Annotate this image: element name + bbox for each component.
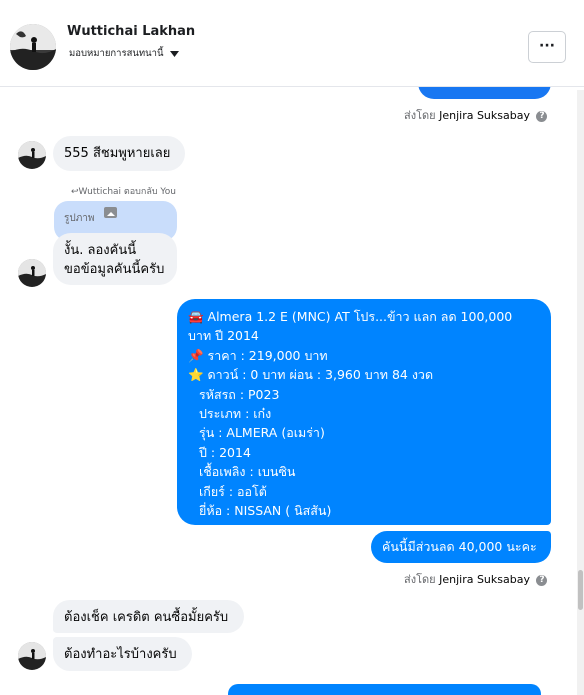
photo-icon bbox=[104, 207, 117, 218]
listing-fuel: เชื้อเพลิง : เบนซิน bbox=[199, 464, 296, 480]
scrollbar[interactable] bbox=[577, 90, 584, 695]
reply-note: ↩Wuttichai ตอบกลับ You bbox=[71, 184, 176, 198]
reply-note-text: Wuttichai ตอบกลับ You bbox=[78, 187, 176, 197]
more-icon: ··· bbox=[539, 38, 555, 54]
conversation-panel: Wuttichai Lakhan มอบหมายการสนทนานี้ ··· … bbox=[0, 0, 584, 695]
listing-down-payment: ⭐ ดาวน์ : 0 บาท ผ่อน : 3,960 บาท 84 งวด bbox=[188, 367, 434, 383]
discount-message[interactable]: คันนี้มีส่วนลด 40,000 นะคะ bbox=[371, 531, 551, 563]
assign-conversation-dropdown[interactable]: มอบหมายการสนทนานี้ bbox=[69, 46, 179, 61]
listing-brand: ยี่ห้อ : NISSAN ( นิสสัน) bbox=[199, 503, 332, 519]
info-icon[interactable]: ? bbox=[536, 574, 548, 586]
listing-year: ปี : 2014 bbox=[199, 444, 251, 460]
sent-by-line: ส่งโดย Jenjira Suksabay ? bbox=[404, 106, 548, 124]
sent-by-label: ส่งโดย bbox=[404, 109, 436, 122]
reply-quote-text: รูปภาพ bbox=[64, 213, 95, 224]
scrollbar-thumb[interactable] bbox=[578, 570, 583, 610]
incoming-message[interactable]: ต้องทำอะไรบ้างครับ bbox=[53, 637, 192, 671]
listing-gear: เกียร์ : ออโต้ bbox=[199, 483, 267, 499]
incoming-message[interactable]: งั้น. ลองคันนี้ ขอข้อมูลคันนี้ครับ bbox=[53, 233, 177, 285]
listing-model: รุ่น : ALMERA (อเมร่า) bbox=[199, 425, 325, 441]
assign-label: มอบหมายการสนทนานี้ bbox=[69, 48, 164, 59]
caret-down-icon bbox=[169, 50, 179, 57]
listing-title-cont: บาท ปี 2014 bbox=[188, 328, 259, 344]
sent-by-line: ส่งโดย Jenjira Suksabay ? bbox=[404, 570, 548, 588]
listing-type: ประเภท : เก๋ง bbox=[199, 406, 272, 422]
conversation-header: Wuttichai Lakhan มอบหมายการสนทนานี้ ··· bbox=[0, 4, 584, 87]
contact-name[interactable]: Wuttichai Lakhan bbox=[67, 24, 195, 39]
listing-title: 🚘 Almera 1.2 E (MNC) AT โปร...ข้าว แลก ล… bbox=[188, 309, 513, 324]
message-line: งั้น. ลองคันนี้ bbox=[64, 243, 137, 258]
contact-avatar-small[interactable] bbox=[18, 259, 46, 287]
message-line: ขอข้อมูลคันนี้ครับ bbox=[64, 262, 165, 277]
sent-by-label: ส่งโดย bbox=[404, 573, 436, 586]
contact-avatar[interactable] bbox=[10, 24, 56, 70]
more-options-button[interactable]: ··· bbox=[528, 31, 566, 63]
sender-name: Jenjira Suksabay bbox=[439, 109, 530, 122]
info-icon[interactable]: ? bbox=[536, 110, 548, 122]
listing-price: 📌 ราคา : 219,000 บาท bbox=[188, 347, 328, 363]
reply-arrow-icon: ↩ bbox=[71, 187, 79, 197]
contact-avatar-small[interactable] bbox=[18, 642, 46, 670]
listing-code: รหัสรถ : P023 bbox=[199, 386, 280, 402]
incoming-message[interactable]: 555 สีชมพูหายเลย bbox=[53, 136, 185, 171]
contact-avatar-small[interactable] bbox=[18, 141, 46, 169]
sender-name: Jenjira Suksabay bbox=[439, 573, 530, 586]
incoming-message[interactable]: ต้องเช็ค เครดิต คนซื้อมั้ยครับ bbox=[53, 600, 244, 633]
car-listing-message[interactable]: 🚘 Almera 1.2 E (MNC) AT โปร...ข้าว แลก ล… bbox=[177, 299, 551, 525]
outgoing-message-partial[interactable] bbox=[228, 684, 541, 695]
